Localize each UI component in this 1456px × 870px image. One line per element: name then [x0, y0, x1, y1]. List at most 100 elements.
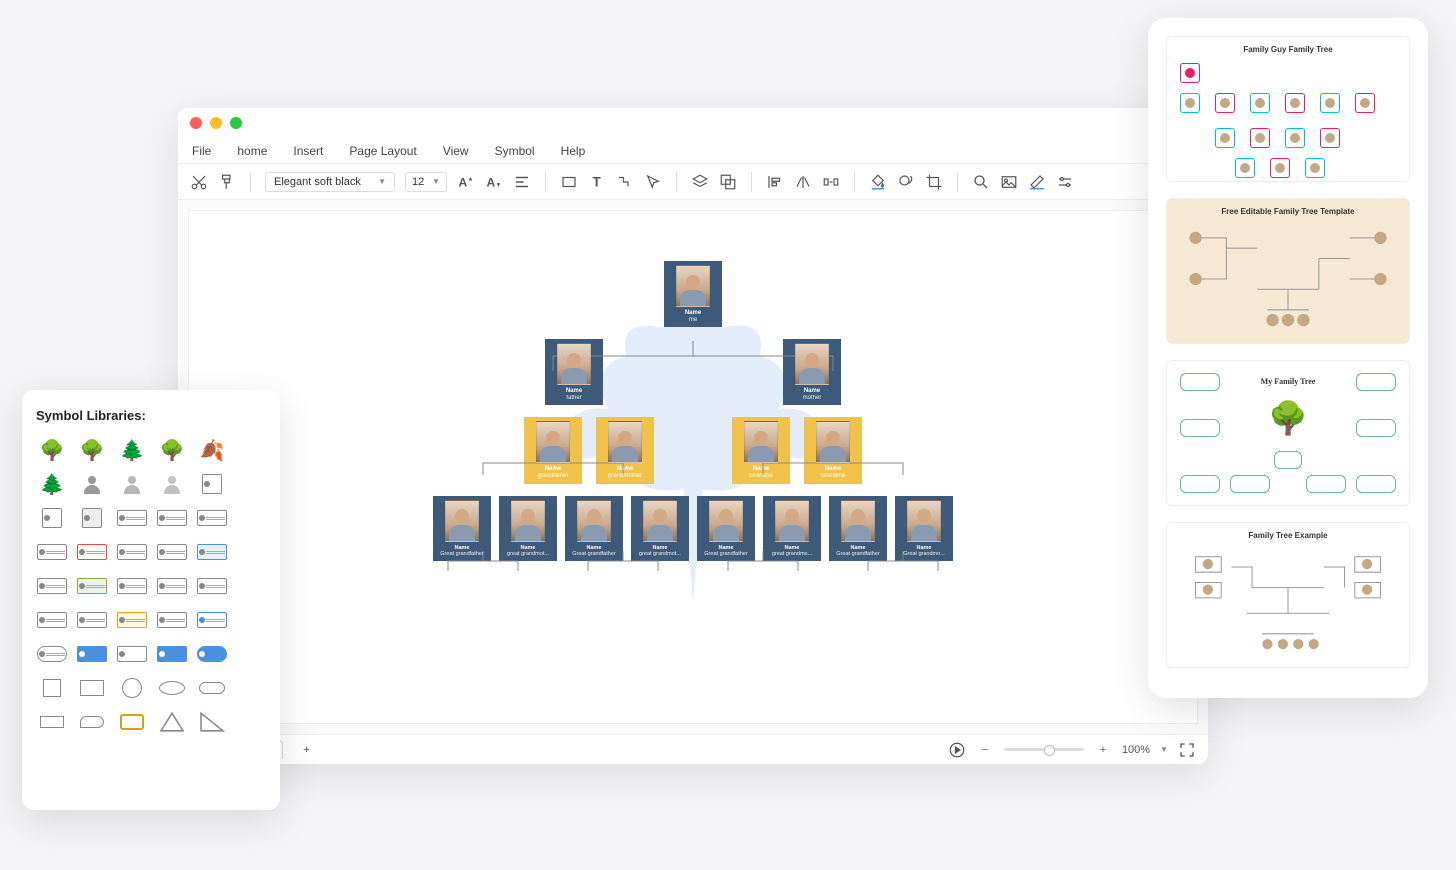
maximize-window-button[interactable]	[230, 117, 242, 129]
chevron-down-icon[interactable]: ▼	[1160, 745, 1168, 754]
symbol-triangle-icon[interactable]	[156, 709, 188, 735]
symbol-card-icon[interactable]	[196, 505, 228, 531]
tree-card-ggp[interactable]: NameGreat grandfather	[697, 496, 755, 561]
symbol-tree-icon[interactable]: 🌳	[76, 437, 108, 463]
symbol-card-blue-icon[interactable]	[156, 641, 188, 667]
menu-insert[interactable]: Insert	[293, 144, 323, 158]
tree-card-me[interactable]: Name me	[664, 261, 722, 327]
font-size-select[interactable]: 12▼	[405, 172, 447, 192]
menu-page-layout[interactable]: Page Layout	[349, 144, 416, 158]
tree-card-ggp[interactable]: NameGreat grandmo...	[895, 496, 953, 561]
symbol-person-icon[interactable]	[116, 471, 148, 497]
increase-font-icon[interactable]: A▲	[457, 173, 475, 191]
tree-card-ggp[interactable]: NameGreat grandfather	[433, 496, 491, 561]
template-card[interactable]: Family Tree Example	[1166, 522, 1410, 668]
zoom-out-icon[interactable]: −	[976, 741, 994, 759]
tree-card-father[interactable]: Name father	[545, 339, 603, 405]
zoom-slider[interactable]	[1004, 748, 1084, 751]
align-text-icon[interactable]	[513, 173, 531, 191]
tree-card-grandma[interactable]: NameGrandma	[804, 417, 862, 483]
symbol-card-icon[interactable]	[156, 573, 188, 599]
symbol-card-icon[interactable]	[116, 505, 148, 531]
canvas-page[interactable]: Name me Name father Name mother	[188, 210, 1198, 724]
symbol-rectangle-icon[interactable]	[76, 675, 108, 701]
symbol-rounded-rect-icon[interactable]	[116, 709, 148, 735]
tree-card-ggp[interactable]: NameGreat grandfather	[565, 496, 623, 561]
symbol-card-icon[interactable]	[36, 641, 68, 667]
symbol-card-icon[interactable]	[76, 607, 108, 633]
tree-card-ggp[interactable]: Namegreat grandmot...	[631, 496, 689, 561]
menu-file[interactable]: File	[192, 144, 211, 158]
symbol-pill-icon[interactable]	[196, 675, 228, 701]
add-page-icon[interactable]: +	[297, 741, 315, 759]
flip-horizontal-icon[interactable]	[794, 173, 812, 191]
play-icon[interactable]	[948, 741, 966, 759]
symbol-card-icon[interactable]	[116, 573, 148, 599]
symbol-rounded-rect-icon[interactable]	[76, 709, 108, 735]
symbol-card-icon[interactable]	[36, 607, 68, 633]
line-color-icon[interactable]	[1028, 173, 1046, 191]
shadow-icon[interactable]	[897, 173, 915, 191]
symbol-person-icon[interactable]	[156, 471, 188, 497]
close-window-button[interactable]	[190, 117, 202, 129]
pointer-tool-icon[interactable]	[644, 173, 662, 191]
distribute-icon[interactable]	[822, 173, 840, 191]
canvas-area[interactable]: Name me Name father Name mother	[178, 200, 1208, 734]
symbol-person-card-icon[interactable]	[36, 505, 68, 531]
tree-card-ggp[interactable]: Namegreat grandmot...	[499, 496, 557, 561]
image-icon[interactable]	[1000, 173, 1018, 191]
tree-card-mother[interactable]: Name mother	[783, 339, 841, 405]
template-card[interactable]: Family Guy Family Tree	[1166, 36, 1410, 182]
symbol-card-icon[interactable]	[156, 607, 188, 633]
decrease-font-icon[interactable]: A▼	[485, 173, 503, 191]
symbol-card-icon[interactable]	[36, 539, 68, 565]
symbol-person-card-icon[interactable]	[76, 505, 108, 531]
symbol-rectangle-icon[interactable]	[36, 709, 68, 735]
symbol-tree-icon[interactable]: 🌳	[156, 437, 188, 463]
symbol-circle-icon[interactable]	[116, 675, 148, 701]
group-icon[interactable]	[719, 173, 737, 191]
search-icon[interactable]	[972, 173, 990, 191]
tree-card-ggp[interactable]: NameGreat grandfather	[829, 496, 887, 561]
tree-card-ggp[interactable]: Namegreat grandmo...	[763, 496, 821, 561]
symbol-card-icon[interactable]	[156, 505, 188, 531]
format-painter-icon[interactable]	[218, 173, 236, 191]
symbol-tree-icon[interactable]: 🍂	[196, 437, 228, 463]
tree-card-grandpa[interactable]: NameGrandpa	[732, 417, 790, 483]
symbol-card-blue-icon[interactable]	[76, 641, 108, 667]
zoom-in-icon[interactable]: +	[1094, 741, 1112, 759]
template-card[interactable]: My Family Tree 🌳	[1166, 360, 1410, 506]
menu-view[interactable]: View	[443, 144, 469, 158]
template-card[interactable]: Free Editable Family Tree Template	[1166, 198, 1410, 344]
symbol-card-icon[interactable]	[156, 539, 188, 565]
symbol-card-blue-icon[interactable]	[196, 539, 228, 565]
text-tool-icon[interactable]: T	[588, 173, 606, 191]
symbol-card-blue-icon[interactable]	[196, 641, 228, 667]
cut-icon[interactable]	[190, 173, 208, 191]
symbol-card-green-icon[interactable]	[76, 573, 108, 599]
symbol-square-icon[interactable]	[36, 675, 68, 701]
symbol-person-icon[interactable]	[76, 471, 108, 497]
connector-tool-icon[interactable]	[616, 173, 634, 191]
align-left-icon[interactable]	[766, 173, 784, 191]
crop-icon[interactable]	[925, 173, 943, 191]
symbol-card-icon[interactable]	[116, 539, 148, 565]
layers-icon[interactable]	[691, 173, 709, 191]
symbol-triangle-icon[interactable]	[196, 709, 228, 735]
symbol-card-orange-icon[interactable]	[116, 607, 148, 633]
tree-card-grandmother[interactable]: Namegrandmother	[596, 417, 654, 483]
symbol-pine-icon[interactable]: 🌲	[36, 471, 68, 497]
menu-home[interactable]: home	[237, 144, 267, 158]
symbol-card-icon[interactable]	[116, 641, 148, 667]
symbol-person-card-icon[interactable]	[196, 471, 228, 497]
fullscreen-icon[interactable]	[1178, 741, 1196, 759]
zoom-level-label[interactable]: 100%	[1122, 744, 1150, 756]
symbol-card-icon[interactable]	[196, 573, 228, 599]
font-select[interactable]: Elegant soft black▼	[265, 172, 395, 192]
menu-help[interactable]: Help	[561, 144, 586, 158]
rectangle-tool-icon[interactable]	[560, 173, 578, 191]
symbol-card-red-icon[interactable]	[76, 539, 108, 565]
minimize-window-button[interactable]	[210, 117, 222, 129]
symbol-card-blue-icon[interactable]	[196, 607, 228, 633]
symbol-ellipse-icon[interactable]	[156, 675, 188, 701]
